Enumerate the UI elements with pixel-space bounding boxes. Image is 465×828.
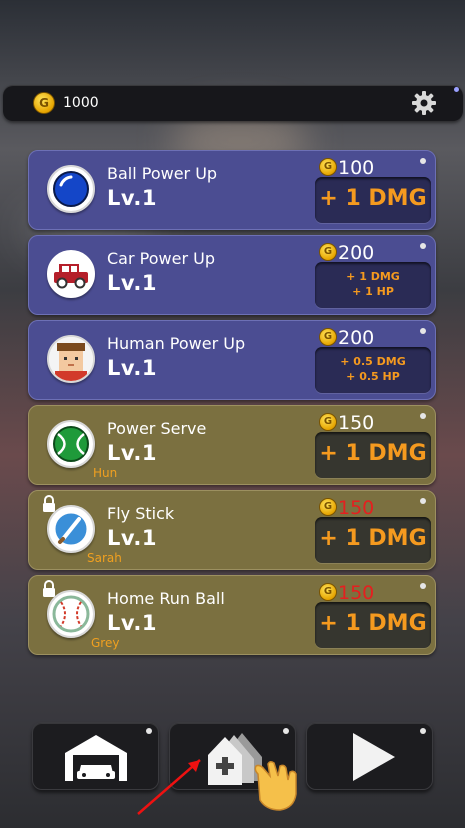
upgrade-label: + 1 DMG bbox=[319, 526, 427, 551]
notification-dot bbox=[420, 243, 426, 249]
upgrade-button[interactable]: + 1 DMG + 1 HP bbox=[315, 262, 431, 308]
price: 200 bbox=[338, 327, 375, 349]
price: 150 bbox=[338, 497, 375, 519]
notification-dot bbox=[454, 87, 459, 92]
card-level: Lv.1 bbox=[107, 271, 157, 295]
notification-dot bbox=[420, 498, 426, 504]
card-title: Power Serve bbox=[107, 419, 207, 438]
upgrade-card-human-power-up[interactable]: Human Power Up Lv.1 200 + 0.5 DMG + 0.5 … bbox=[28, 320, 436, 400]
coin-icon bbox=[319, 583, 337, 601]
upgrade-card-car-power-up[interactable]: Car Power Up Lv.1 200 + 1 DMG + 1 HP bbox=[28, 235, 436, 315]
card-level: Lv.1 bbox=[107, 526, 157, 550]
card-level: Lv.1 bbox=[107, 441, 157, 465]
play-button[interactable] bbox=[306, 722, 433, 790]
hero-name: Hun bbox=[93, 466, 118, 480]
price: 150 bbox=[338, 582, 375, 604]
hero-name: Grey bbox=[91, 636, 120, 650]
upgrade-button[interactable]: + 1 DMG bbox=[315, 517, 431, 563]
upgrade-card-power-serve[interactable]: Power Serve Lv.1 Hun 150 + 1 DMG bbox=[28, 405, 436, 485]
upgrade-label-line1: + 0.5 DMG bbox=[340, 355, 406, 368]
price: 200 bbox=[338, 242, 375, 264]
card-level: Lv.1 bbox=[107, 356, 157, 380]
upgrade-button[interactable]: + 1 DMG bbox=[315, 602, 431, 648]
coin-icon bbox=[319, 243, 337, 261]
card-title: Home Run Ball bbox=[107, 589, 225, 608]
upgrade-label: + 1 DMG bbox=[319, 441, 427, 466]
upgrade-card-home-run-ball[interactable]: Home Run Ball Lv.1 Grey 150 + 1 DMG bbox=[28, 575, 436, 655]
upgrade-card-fly-stick[interactable]: Fly Stick Lv.1 Sarah 150 + 1 DMG bbox=[28, 490, 436, 570]
hero-name: Sarah bbox=[87, 551, 122, 565]
upgrade-label: + 1 DMG bbox=[319, 186, 427, 211]
upgrade-label-line1: + 1 DMG bbox=[346, 270, 400, 283]
notification-dot bbox=[420, 413, 426, 419]
notification-dot bbox=[420, 728, 426, 734]
currency-bar: 1000 bbox=[3, 85, 463, 121]
upgrade-label-line2: + 1 HP bbox=[352, 285, 394, 298]
upgrade-card-ball-power-up[interactable]: Ball Power Up Lv.1 100 + 1 DMG bbox=[28, 150, 436, 230]
card-title: Human Power Up bbox=[107, 334, 246, 353]
card-level: Lv.1 bbox=[107, 611, 157, 635]
upgrade-button[interactable]: + 0.5 DMG + 0.5 HP bbox=[315, 347, 431, 393]
tutorial-pointer bbox=[137, 759, 297, 815]
gear-icon[interactable] bbox=[411, 90, 437, 116]
card-title: Fly Stick bbox=[107, 504, 175, 523]
upgrade-label: + 1 DMG bbox=[319, 611, 427, 636]
upgrade-label-line2: + 0.5 HP bbox=[346, 370, 400, 383]
coin-icon bbox=[33, 92, 55, 114]
price: 150 bbox=[338, 412, 375, 434]
notification-dot bbox=[420, 158, 426, 164]
car-icon bbox=[47, 250, 95, 298]
card-level: Lv.1 bbox=[107, 186, 157, 210]
card-title: Car Power Up bbox=[107, 249, 215, 268]
tennis-ball-icon bbox=[47, 420, 95, 468]
fly-stick-icon bbox=[47, 505, 95, 553]
coin-icon bbox=[319, 498, 337, 516]
coin-icon bbox=[319, 158, 337, 176]
notification-dot bbox=[420, 583, 426, 589]
card-title: Ball Power Up bbox=[107, 164, 218, 183]
play-icon bbox=[353, 733, 395, 781]
upgrade-button[interactable]: + 1 DMG bbox=[315, 432, 431, 478]
coin-amount: 1000 bbox=[63, 95, 99, 111]
ball-icon bbox=[47, 165, 95, 213]
upgrade-button[interactable]: + 1 DMG bbox=[315, 177, 431, 223]
coin-icon bbox=[319, 328, 337, 346]
coin-icon bbox=[319, 413, 337, 431]
human-icon bbox=[47, 335, 95, 383]
price: 100 bbox=[338, 157, 375, 179]
notification-dot bbox=[420, 328, 426, 334]
baseball-icon bbox=[47, 590, 95, 638]
